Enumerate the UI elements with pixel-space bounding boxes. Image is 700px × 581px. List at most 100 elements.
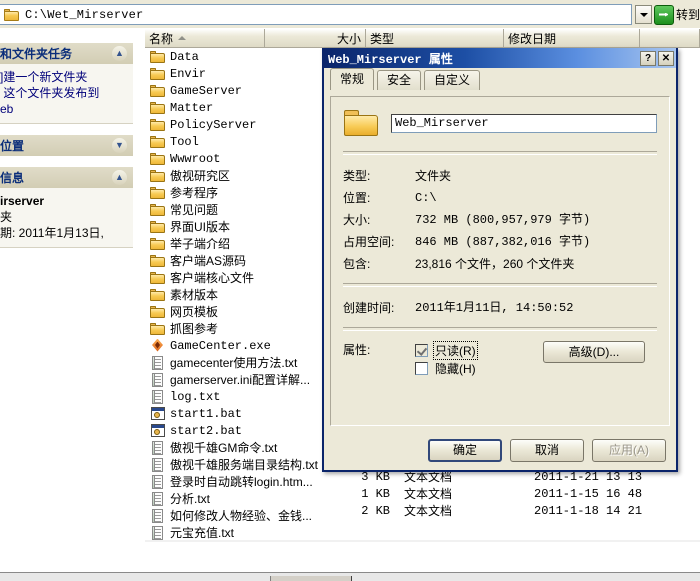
folder-icon [150, 118, 166, 132]
address-path-text: C:\Wet_Mirserver [25, 8, 143, 22]
folder-icon [150, 237, 166, 251]
attributes-row: 属性: 只读(R) 隐藏(H) 高级(D)... [343, 341, 657, 377]
file-name: start2.bat [170, 424, 242, 438]
address-bar: C:\Wet_Mirserver 转到 [0, 0, 700, 28]
property-row: 大小:732 MB (800,957,979 字节) [343, 209, 657, 231]
created-time-value: 2011年1月11日, 14:50:52 [415, 297, 657, 319]
column-header-type[interactable]: 类型 [366, 29, 504, 48]
file-name: 分析.txt [170, 490, 210, 507]
divider [343, 151, 657, 155]
text-file-icon [150, 373, 166, 387]
file-name: GameServer [170, 84, 242, 98]
column-header-type-label: 类型 [370, 30, 394, 47]
file-name: 素材版本 [170, 286, 218, 303]
file-list-detail-rows: 3 KB文本文档2011-1-21 13 131 KB文本文档2011-1-15… [330, 468, 700, 519]
property-label: 包含: [343, 253, 415, 275]
dialog-tab-3[interactable]: 自定义 [424, 70, 480, 90]
divider [343, 327, 657, 331]
file-name: PolicyServer [170, 118, 256, 132]
hidden-checkbox[interactable] [415, 362, 428, 375]
chevron-toggle-icon[interactable]: ▲ [112, 170, 127, 185]
file-name: Matter [170, 101, 213, 115]
property-value: 文件夹 [415, 165, 657, 187]
file-list-row[interactable]: 元宝充值.txt [145, 524, 700, 541]
created-time-row: 创建时间: 2011年1月11日, 14:50:52 [343, 297, 657, 319]
sidebar-panel-header[interactable]: 位置▼ [0, 134, 133, 156]
help-button[interactable]: ? [640, 51, 656, 66]
readonly-label: 只读(R) [433, 341, 478, 360]
folder-icon [150, 322, 166, 336]
column-header-filler [640, 29, 700, 48]
property-fields: 类型:文件夹位置:C:\大小:732 MB (800,957,979 字节)占用… [343, 165, 657, 275]
address-dropdown-button[interactable] [635, 5, 652, 24]
sidebar-panel-header[interactable]: 信息▲ [0, 166, 133, 188]
sidebar-task-link[interactable]: eb [0, 101, 129, 117]
column-header-size-label: 大小 [337, 30, 361, 47]
chevron-down-icon [640, 13, 648, 17]
bat-file-icon [150, 424, 166, 438]
readonly-checkbox[interactable] [415, 344, 428, 357]
chevron-toggle-icon[interactable]: ▼ [112, 138, 127, 153]
chevron-toggle-icon[interactable]: ▲ [112, 46, 127, 61]
detail-info-line: 期: 2011年1月13日, [0, 225, 129, 241]
folder-icon [150, 152, 166, 166]
file-name: Wwwroot [170, 152, 220, 166]
sidebar-panel-header[interactable]: 和文件夹任务▲ [0, 42, 133, 64]
property-label: 类型: [343, 165, 415, 187]
folder-icon [150, 84, 166, 98]
property-label: 位置: [343, 187, 415, 209]
column-header-date[interactable]: 修改日期 [504, 29, 640, 48]
column-header-size[interactable]: 大小 [265, 29, 366, 48]
folder-icon [150, 254, 166, 268]
dialog-action-buttons: 确定 取消 应用(A) [324, 439, 676, 462]
file-list-detail-row: 1 KB文本文档2011-1-15 16 48 [330, 485, 700, 502]
property-row: 占用空间:846 MB (887,382,016 字节) [343, 231, 657, 253]
property-label: 大小: [343, 209, 415, 231]
cancel-button[interactable]: 取消 [510, 439, 584, 462]
column-header-name[interactable]: 名称 [145, 29, 265, 48]
close-icon[interactable]: ✕ [658, 51, 674, 66]
file-name: gamerserver.ini配置详解... [170, 371, 310, 388]
divider [343, 283, 657, 287]
property-row: 类型:文件夹 [343, 165, 657, 187]
file-date-cell: 2011-1-18 14 21 [534, 504, 694, 518]
file-name: log.txt [170, 390, 220, 404]
property-row: 位置:C:\ [343, 187, 657, 209]
ok-button[interactable]: 确定 [428, 439, 502, 462]
address-input[interactable]: C:\Wet_Mirserver [0, 4, 632, 25]
property-row: 包含:23,816 个文件，260 个文件夹 [343, 253, 657, 275]
property-value: 23,816 个文件，260 个文件夹 [415, 253, 657, 275]
column-header-date-label: 修改日期 [508, 30, 556, 47]
folder-icon [150, 220, 166, 234]
folder-icon [150, 67, 166, 81]
detail-info-line: 夹 [0, 209, 129, 225]
folder-icon [4, 8, 20, 22]
file-name: 抓图参考 [170, 320, 218, 337]
go-arrow-icon [654, 5, 674, 25]
file-date-cell: 2011-1-15 16 48 [534, 487, 694, 501]
folder-icon [343, 107, 381, 139]
file-name: 网页模板 [170, 303, 218, 320]
taskbar-stub[interactable] [270, 576, 352, 581]
sidebar-task-link[interactable]: 这个文件夹发布到 [0, 85, 129, 101]
file-name: start1.bat [170, 407, 242, 421]
file-list-column-headers: 名称 大小 类型 修改日期 [145, 29, 700, 48]
file-size-cell: 2 KB [330, 504, 390, 518]
property-value: C:\ [415, 187, 657, 209]
folder-name-input[interactable]: Web_Mirserver [391, 114, 657, 133]
sidebar-task-link[interactable]: ]建一个新文件夹 [0, 69, 129, 85]
file-name: 参考程序 [170, 184, 218, 201]
dialog-title-bar[interactable]: Web_Mirserver 属性 ? ✕ [324, 48, 676, 68]
dialog-tab-1[interactable]: 常规 [330, 68, 374, 90]
text-file-icon [150, 390, 166, 404]
file-name: 界面UI版本 [170, 218, 230, 235]
file-list-detail-row: 2 KB文本文档2011-1-18 14 21 [330, 502, 700, 519]
go-button[interactable]: 转到 [654, 3, 700, 26]
file-name: Tool [170, 135, 199, 149]
attributes-label: 属性: [343, 341, 415, 377]
advanced-button[interactable]: 高级(D)... [543, 341, 645, 363]
dialog-tab-2[interactable]: 安全 [377, 70, 421, 90]
dialog-tabs: 常规安全自定义 [324, 68, 676, 90]
sidebar-panel: 位置▼ [0, 134, 133, 156]
file-name: 客户端核心文件 [170, 269, 254, 286]
